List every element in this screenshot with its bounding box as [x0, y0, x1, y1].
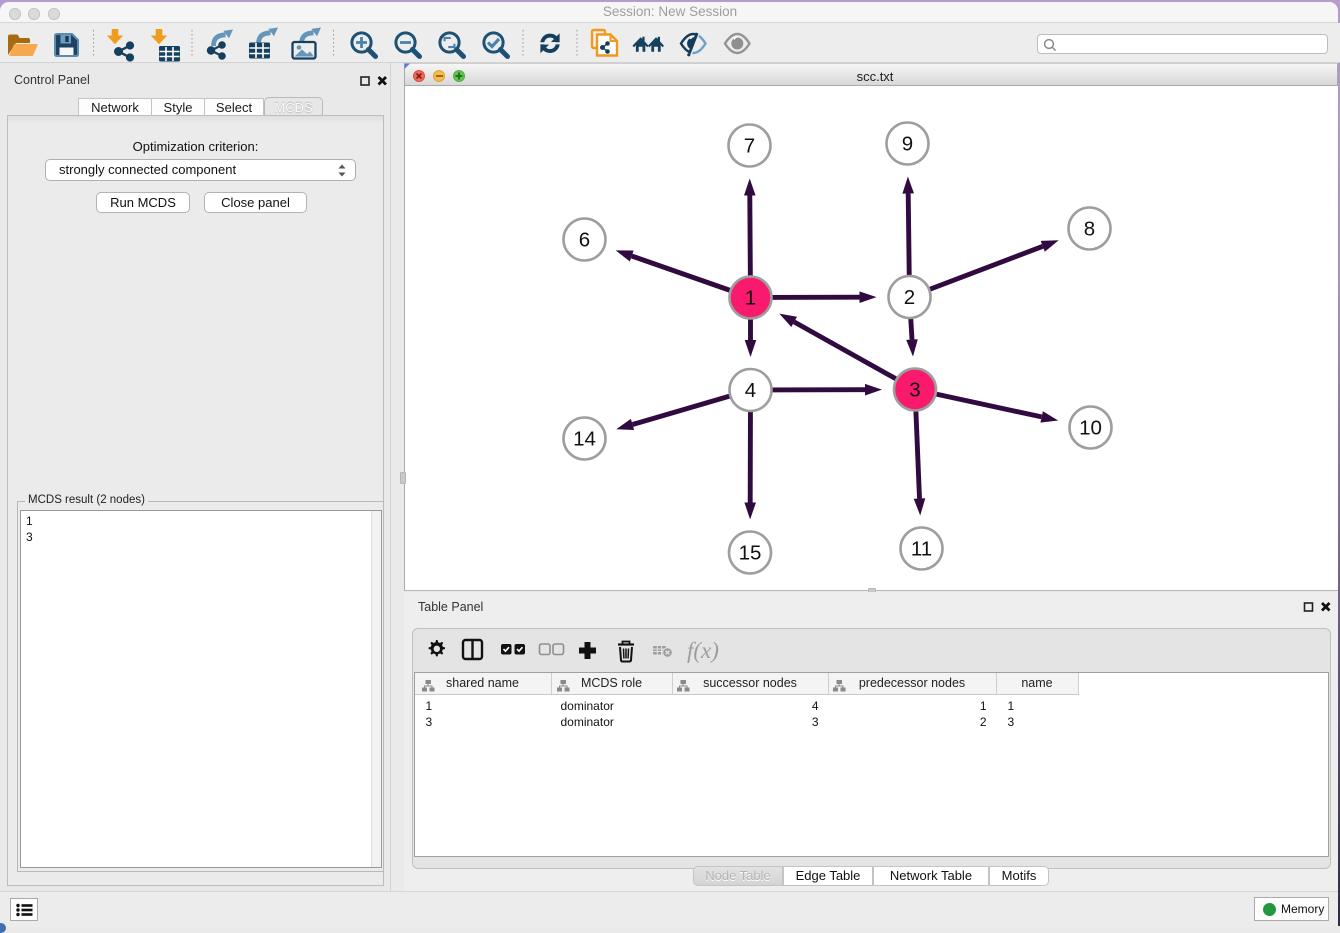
svg-text:9: 9	[902, 133, 913, 156]
svg-text:10: 10	[1079, 417, 1102, 440]
svg-text:15: 15	[739, 542, 762, 565]
svg-text:7: 7	[744, 135, 755, 158]
svg-text:3: 3	[909, 379, 920, 402]
svg-text:1: 1	[745, 287, 756, 310]
svg-text:6: 6	[579, 229, 590, 252]
svg-text:11: 11	[911, 538, 932, 561]
svg-text:4: 4	[745, 379, 756, 402]
svg-text:2: 2	[904, 286, 915, 309]
svg-text:8: 8	[1084, 218, 1095, 241]
svg-text:f(x): f(x)	[687, 638, 719, 663]
svg-text:14: 14	[573, 428, 596, 451]
